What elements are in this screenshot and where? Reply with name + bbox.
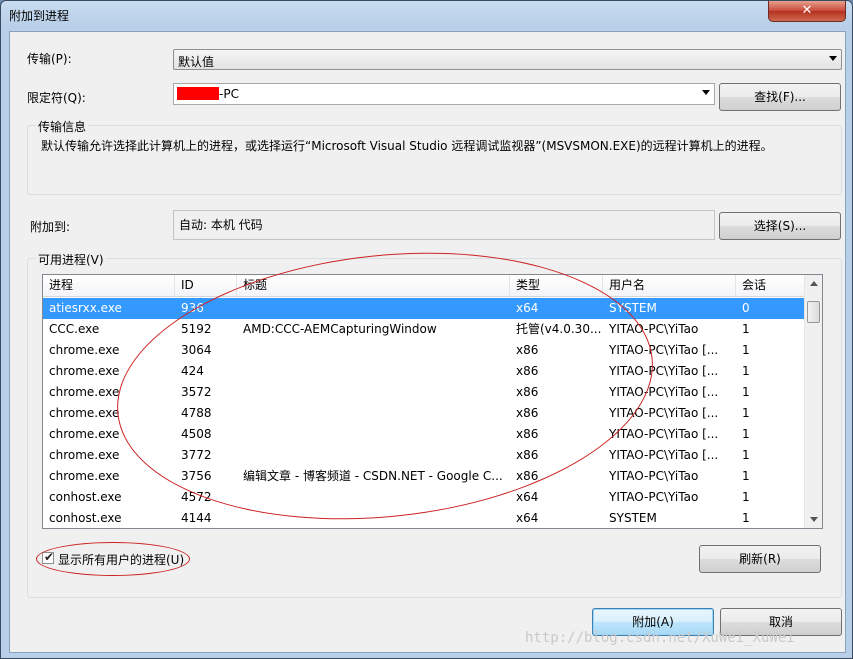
vertical-scrollbar[interactable] xyxy=(804,275,822,528)
cell-session: 1 xyxy=(742,343,750,357)
close-button[interactable]: ✕ xyxy=(768,1,846,22)
transport-info-title: 传输信息 xyxy=(36,118,89,135)
cell-session: 1 xyxy=(742,364,750,378)
column-header-username[interactable]: 用户名 xyxy=(603,275,736,296)
attach-to-label: 附加到: xyxy=(30,220,71,234)
attach-to-value: 自动: 本机 代码 xyxy=(179,218,263,232)
close-icon: ✕ xyxy=(801,3,813,18)
transport-label: 传输(P): xyxy=(27,52,72,66)
title-bar[interactable]: 附加到进程 ✕ xyxy=(1,1,852,29)
cell-user: YITAO-PC\YiTao xyxy=(609,490,699,504)
transport-combo[interactable]: 默认值 xyxy=(173,49,842,70)
column-header-process[interactable]: 进程 xyxy=(43,275,175,296)
cell-session: 1 xyxy=(742,427,750,441)
qualifier-combo[interactable]: -PC xyxy=(173,83,715,105)
chevron-down-icon xyxy=(829,56,837,61)
scroll-thumb[interactable] xyxy=(807,301,820,323)
cell-session: 1 xyxy=(742,511,750,525)
cell-session: 1 xyxy=(742,448,750,462)
select-button[interactable]: 选择(S)... xyxy=(719,212,841,240)
transport-info-group xyxy=(27,125,842,195)
dialog-client-area: 传输(P): 默认值 限定符(Q): -PC 查找(F)... 传输信息 默认传… xyxy=(9,31,846,653)
transport-value: 默认值 xyxy=(178,55,215,69)
attach-to-process-window: 附加到进程 ✕ 传输(P): 默认值 限定符(Q): -PC 查找(F)... … xyxy=(0,0,853,659)
cell-name: conhost.exe xyxy=(49,490,122,504)
cell-user: YITAO-PC\YiTao [... xyxy=(609,448,719,462)
qualifier-label: 限定符(Q): xyxy=(27,91,86,105)
find-button[interactable]: 查找(F)... xyxy=(719,83,841,111)
scroll-down-icon[interactable] xyxy=(810,517,818,522)
cell-id: 4144 xyxy=(181,511,212,525)
cell-type: x64 xyxy=(516,490,539,504)
qualifier-value: -PC xyxy=(219,87,239,101)
cell-type: x64 xyxy=(516,511,539,525)
cell-session: 1 xyxy=(742,322,750,336)
column-header-session[interactable]: 会话 xyxy=(736,275,806,296)
cell-name: conhost.exe xyxy=(49,511,122,525)
cell-session: 0 xyxy=(742,301,750,315)
watermark: http://blog.csdn.net/XuWei_XuWei xyxy=(525,630,795,646)
chevron-down-icon xyxy=(702,90,710,95)
attach-to-field: 自动: 本机 代码 xyxy=(173,210,715,240)
scroll-up-icon[interactable] xyxy=(810,281,818,286)
cell-session: 1 xyxy=(742,406,750,420)
refresh-button[interactable]: 刷新(R) xyxy=(699,545,821,573)
cell-session: 1 xyxy=(742,469,750,483)
cell-user: YITAO-PC\YiTao xyxy=(609,469,699,483)
transport-info-text: 默认传输允许选择此计算机上的进程，或选择运行“Microsoft Visual … xyxy=(41,139,773,153)
cell-session: 1 xyxy=(742,490,750,504)
cell-session: 1 xyxy=(742,385,750,399)
available-processes-title: 可用进程(V) xyxy=(36,251,106,268)
annotation-ellipse-checkbox xyxy=(36,542,190,576)
window-title: 附加到进程 xyxy=(9,9,70,23)
cell-user: SYSTEM xyxy=(609,511,657,525)
cell-name: atiesrxx.exe xyxy=(49,301,122,315)
redaction-mark xyxy=(177,87,219,100)
